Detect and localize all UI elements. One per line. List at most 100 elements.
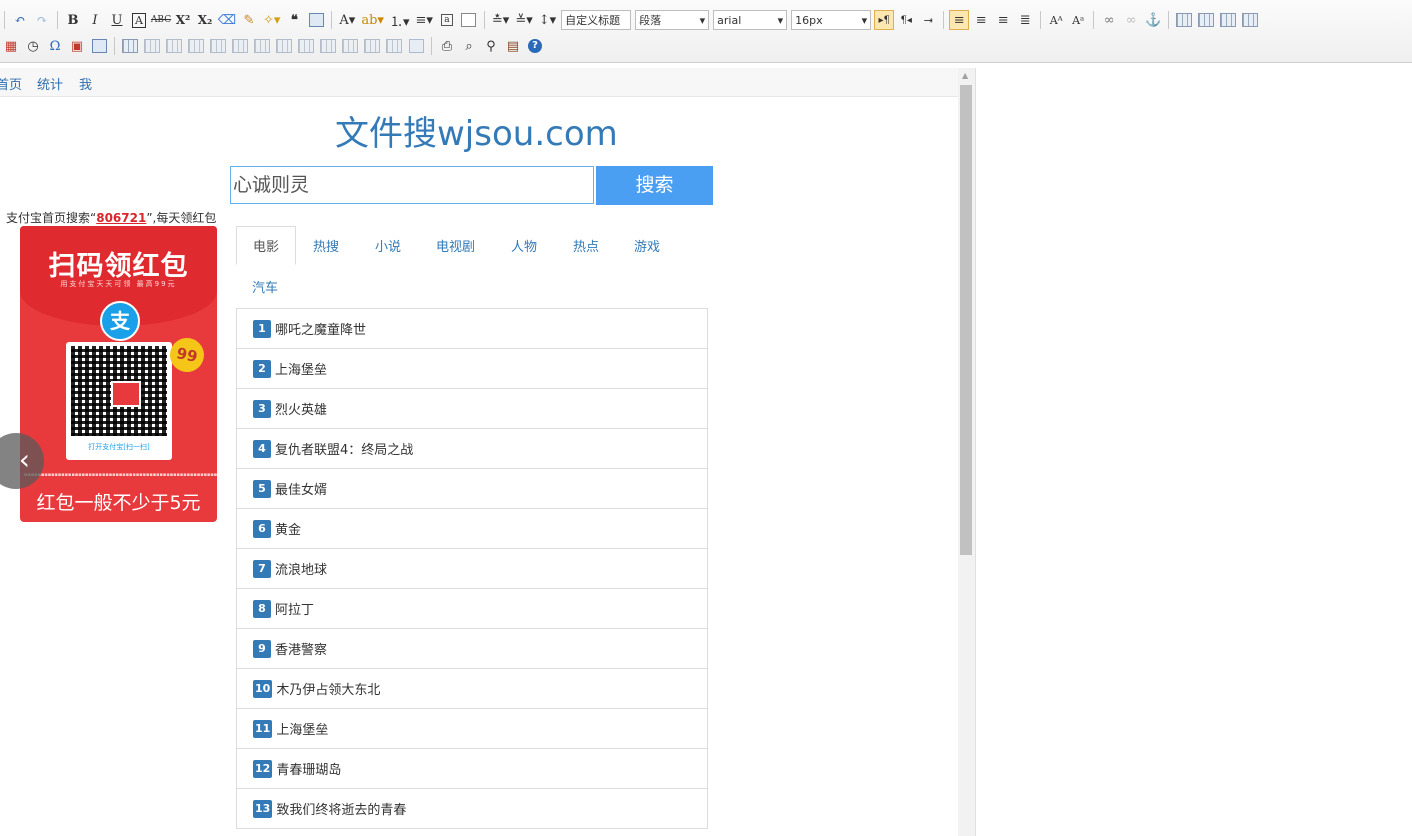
align-right-icon[interactable]: ≡	[993, 10, 1013, 30]
list-item[interactable]: 12 青春珊瑚岛	[236, 749, 708, 789]
list-item[interactable]: 11 上海堡垒	[236, 709, 708, 749]
list-item[interactable]: 6 黄金	[236, 509, 708, 549]
custom-style-select[interactable]: 自定义标题	[561, 10, 632, 30]
list-item-title[interactable]: 烈火英雄	[275, 399, 327, 418]
special-chars-icon[interactable]: Ω	[45, 36, 65, 56]
insert-row-icon[interactable]	[186, 36, 206, 56]
vertical-scrollbar[interactable]: ▲	[958, 68, 975, 836]
tab-hot-search[interactable]: 热搜	[313, 236, 339, 255]
italic-icon[interactable]: I	[85, 10, 105, 30]
preview-icon[interactable]: ⌕	[459, 36, 479, 56]
font-color-icon[interactable]: A▾	[337, 10, 357, 30]
ordered-list-icon[interactable]: ⒈▾	[388, 10, 412, 30]
align-center-icon[interactable]: ≡	[971, 10, 991, 30]
search-input[interactable]: 心诚则灵	[230, 166, 594, 204]
row-spacing-top-icon[interactable]: ≛▾	[490, 10, 511, 30]
print-icon[interactable]: ⎙	[437, 36, 457, 56]
eraser-icon[interactable]: ⌫	[217, 10, 237, 30]
merge-right-icon[interactable]	[296, 36, 316, 56]
tab-games[interactable]: 游戏	[634, 236, 660, 255]
list-item[interactable]: 13 致我们终将逝去的青春	[236, 789, 708, 829]
list-item[interactable]: 7 流浪地球	[236, 549, 708, 589]
clear-doc-icon[interactable]	[459, 10, 479, 30]
help-icon[interactable]: ?	[525, 36, 545, 56]
align-left-icon[interactable]: ≡	[949, 10, 970, 30]
rtl-direction-icon[interactable]: ¶◂	[896, 10, 916, 30]
search-button[interactable]: 搜索	[596, 166, 713, 205]
nav-home-link[interactable]: 首页	[0, 74, 22, 93]
scroll-up-arrow-icon[interactable]: ▲	[962, 71, 968, 80]
insert-date-icon[interactable]: ▦	[1, 36, 21, 56]
font-family-select[interactable]: arial ▾	[713, 10, 788, 30]
image-center-icon[interactable]	[1240, 10, 1260, 30]
split-rows-icon[interactable]	[362, 36, 382, 56]
tab-cars[interactable]: 汽车	[252, 277, 278, 296]
image-left-icon[interactable]	[1196, 10, 1216, 30]
background-color-icon[interactable]: ab▾	[359, 10, 386, 30]
scrollbar-thumb[interactable]	[960, 85, 972, 555]
delete-row-icon[interactable]	[208, 36, 228, 56]
list-item-title[interactable]: 最佳女婿	[275, 479, 327, 498]
list-item[interactable]: 10 木乃伊占领大东北	[236, 669, 708, 709]
list-item[interactable]: 3 烈火英雄	[236, 389, 708, 429]
list-item[interactable]: 5 最佳女婿	[236, 469, 708, 509]
nav-me-link[interactable]: 我	[79, 74, 92, 93]
image-none-icon[interactable]	[1174, 10, 1194, 30]
list-item[interactable]: 1 哪吒之魔童降世	[236, 309, 708, 349]
list-item-title[interactable]: 黄金	[275, 519, 301, 538]
list-item-title[interactable]: 复仇者联盟4：终局之战	[275, 439, 413, 458]
list-item[interactable]: 8 阿拉丁	[236, 589, 708, 629]
indent-icon[interactable]: ⇥	[918, 10, 938, 30]
merge-down-icon[interactable]	[318, 36, 338, 56]
delete-col-icon[interactable]	[252, 36, 272, 56]
bold-icon[interactable]: B	[63, 10, 83, 30]
search-replace-icon[interactable]: ⚲	[481, 36, 501, 56]
align-justify-icon[interactable]: ≣	[1015, 10, 1035, 30]
promo-code[interactable]: 806721	[96, 211, 146, 225]
red-packet-banner[interactable]: 扫码领红包 用支付宝天天可领 最高99元 支 打开支付宝[扫一扫] 99 ▪▪▪…	[20, 226, 217, 522]
split-cols-icon[interactable]	[384, 36, 404, 56]
list-item[interactable]: 4 复仇者联盟4：终局之战	[236, 429, 708, 469]
list-item-title[interactable]: 流浪地球	[275, 559, 327, 578]
line-height-icon[interactable]: ↕▾	[537, 10, 558, 30]
tab-movie[interactable]: 电影	[236, 226, 296, 265]
map-icon[interactable]	[89, 36, 109, 56]
row-spacing-bottom-icon[interactable]: ≚▾	[513, 10, 534, 30]
list-item-title[interactable]: 青春珊瑚岛	[276, 759, 341, 778]
redo-icon[interactable]: ↷	[32, 10, 52, 30]
delete-table-icon[interactable]	[142, 36, 162, 56]
drafts-icon[interactable]: ▤	[503, 36, 523, 56]
undo-icon[interactable]: ↶	[10, 10, 30, 30]
insert-col-icon[interactable]	[230, 36, 250, 56]
ltr-direction-icon[interactable]: ▸¶	[874, 10, 895, 30]
list-item[interactable]: 9 香港警察	[236, 629, 708, 669]
link-icon[interactable]: ∞	[1099, 10, 1119, 30]
list-item-title[interactable]: 上海堡垒	[275, 359, 327, 378]
split-cells-icon[interactable]	[340, 36, 360, 56]
list-item-title[interactable]: 阿拉丁	[275, 599, 314, 618]
tab-people[interactable]: 人物	[511, 236, 537, 255]
emotion-icon[interactable]: ▣	[67, 36, 87, 56]
superscript-icon[interactable]: X²	[173, 10, 193, 30]
insert-time-icon[interactable]: ◷	[23, 36, 43, 56]
select-all-icon[interactable]: a	[437, 10, 457, 30]
list-item-title[interactable]: 致我们终将逝去的青春	[276, 799, 406, 818]
auto-format-icon[interactable]: ✧▾	[261, 10, 282, 30]
format-painter-icon[interactable]: ✎	[239, 10, 259, 30]
nav-stats-link[interactable]: 统计	[37, 74, 63, 93]
font-border-icon[interactable]: A	[129, 10, 149, 30]
tab-trending[interactable]: 热点	[573, 236, 599, 255]
list-item-title[interactable]: 上海堡垒	[276, 719, 328, 738]
list-item-title[interactable]: 香港警察	[275, 639, 327, 658]
paragraph-select[interactable]: 段落 ▾	[635, 10, 710, 30]
list-item[interactable]: 2 上海堡垒	[236, 349, 708, 389]
tab-novel[interactable]: 小说	[375, 236, 401, 255]
anchor-icon[interactable]: ⚓	[1143, 10, 1163, 30]
table-props-icon[interactable]	[406, 36, 426, 56]
merge-cells-icon[interactable]	[274, 36, 294, 56]
blockquote-icon[interactable]: ❝	[284, 10, 304, 30]
unlink-icon[interactable]: ∞	[1121, 10, 1141, 30]
underline-icon[interactable]: U	[107, 10, 127, 30]
list-item-title[interactable]: 哪吒之魔童降世	[275, 319, 366, 338]
paste-plain-icon[interactable]	[306, 10, 326, 30]
